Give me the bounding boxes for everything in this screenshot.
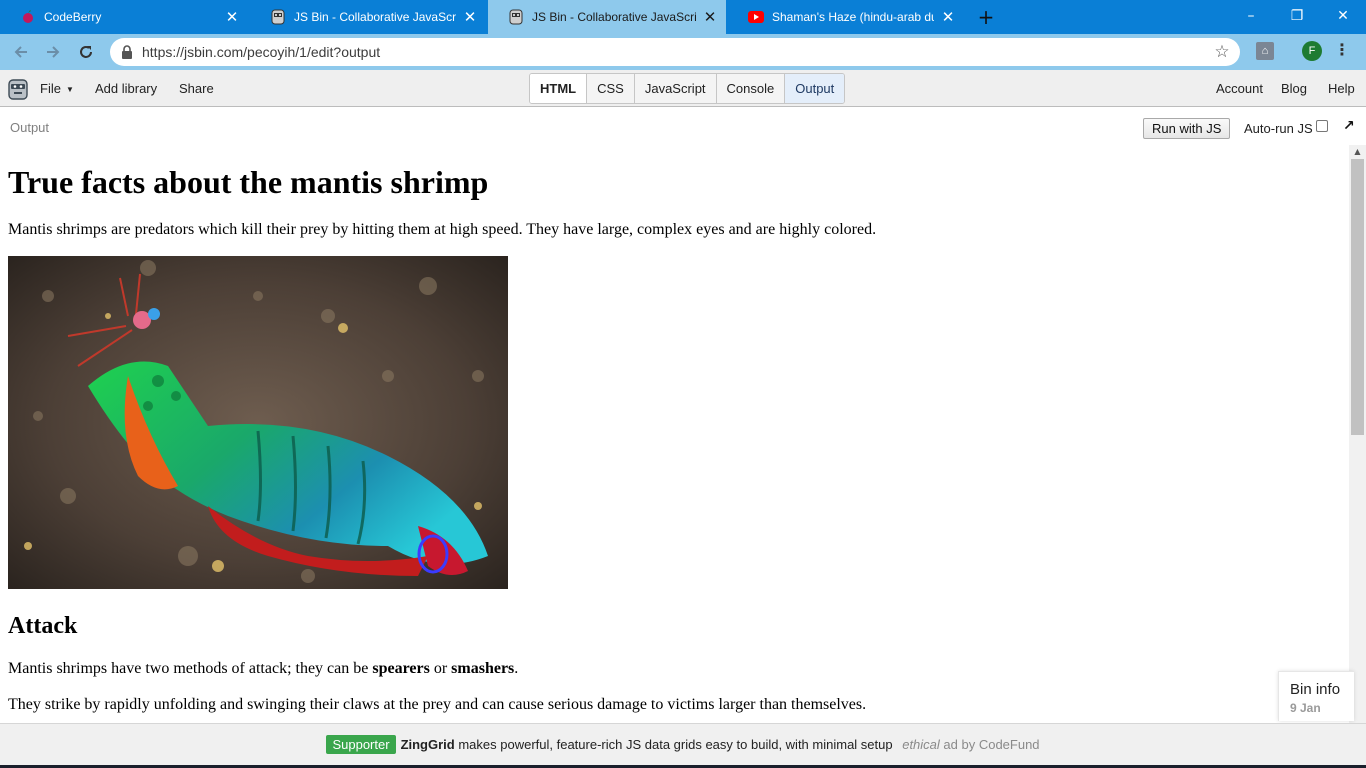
file-menu[interactable]: File ▼ <box>40 70 74 107</box>
tab-title: CodeBerry <box>44 10 102 24</box>
pdf-extension-icon[interactable]: ⌂ <box>1256 42 1274 60</box>
lock-icon <box>122 45 132 59</box>
file-menu-label: File <box>40 81 61 96</box>
output-scrollbar[interactable]: ▲ <box>1349 145 1366 723</box>
spearers-term: spearers <box>372 660 430 677</box>
browser-tab-jsbin-1[interactable]: JS Bin - Collaborative JavaScript Debugg… <box>250 0 486 34</box>
help-link[interactable]: Help <box>1328 70 1355 107</box>
new-tab-button[interactable]: + <box>974 5 998 29</box>
jsbin-control-bar: File ▼ Add library Share HTML CSS JavaScr… <box>0 70 1366 107</box>
run-with-js-button[interactable]: Run with JS <box>1143 118 1231 139</box>
browser-tab-strip: CodeBerry ✕ JS Bin - Collaborative JavaS… <box>0 0 1366 34</box>
attack-text-1: Mantis shrimps have two methods of attac… <box>8 660 373 677</box>
share-link[interactable]: Share <box>179 70 214 107</box>
bookmark-star-icon[interactable]: ☆ <box>1212 42 1232 62</box>
panel-tab-css[interactable]: CSS <box>587 74 635 103</box>
tab-title: JS Bin - Collaborative JavaScript Debugg… <box>532 10 696 24</box>
profile-avatar[interactable]: F <box>1302 41 1322 61</box>
bin-info-date: 9 Jan <box>1290 701 1321 715</box>
supporter-badge: Supporter <box>326 735 396 754</box>
tab-title: JS Bin - Collaborative JavaScript Debugg… <box>294 10 456 24</box>
panel-tab-output[interactable]: Output <box>785 74 845 103</box>
smashers-term: smashers <box>451 660 515 677</box>
browser-toolbar: https://jsbin.com/pecoyih/1/edit?output … <box>0 34 1366 70</box>
panel-tab-javascript[interactable]: JavaScript <box>635 74 717 103</box>
ad-text: makes powerful, feature-rich JS data gri… <box>454 737 897 752</box>
browser-tab-codeberry[interactable]: CodeBerry ✕ <box>0 0 248 34</box>
close-icon[interactable]: ✕ <box>224 9 240 25</box>
output-panel-header: Output Run with JS Auto-run JS ↗ <box>0 107 1366 145</box>
reload-icon <box>80 46 92 58</box>
attack-text-3: . <box>514 660 519 677</box>
back-arrow-icon <box>14 46 27 58</box>
forward-arrow-icon <box>47 46 60 58</box>
ad-ethical-label: ethical <box>902 737 940 752</box>
close-window-button[interactable]: ✕ <box>1320 0 1366 32</box>
chevron-down-icon: ▼ <box>65 85 74 94</box>
back-button[interactable] <box>9 40 33 64</box>
output-content: True facts about the mantis shrimp Manti… <box>0 145 1349 723</box>
mantis-shrimp-image <box>8 256 508 589</box>
auto-run-checkbox[interactable] <box>1316 120 1328 132</box>
account-link[interactable]: Account <box>1216 70 1263 107</box>
output-panel-label: Output <box>10 120 50 135</box>
bin-info-title: Bin info <box>1290 681 1341 698</box>
jsbin-logo-icon[interactable] <box>8 78 28 100</box>
browser-tab-jsbin-active[interactable]: JS Bin - Collaborative JavaScript Debugg… <box>488 0 726 34</box>
tab-title: Shaman's Haze (hindu-arab dub mix) <box>772 10 934 24</box>
forward-button[interactable] <box>41 40 65 64</box>
attack-paragraph-2: They strike by rapidly unfolding and swi… <box>8 696 867 713</box>
scroll-up-arrow-icon[interactable]: ▲ <box>1349 145 1366 159</box>
browser-tab-youtube[interactable]: Shaman's Haze (hindu-arab dub mix) ✕ <box>728 0 964 34</box>
attack-text-2: or <box>429 660 452 677</box>
page-title: True facts about the mantis shrimp <box>8 164 489 200</box>
jsbin-icon <box>270 9 286 25</box>
minimize-button[interactable]: – <box>1228 0 1274 32</box>
auto-run-label: Auto-run JS <box>1244 121 1313 136</box>
scrollbar-thumb[interactable] <box>1351 159 1364 435</box>
attack-heading: Attack <box>8 613 78 639</box>
attack-paragraph-1: Mantis shrimps have two methods of attac… <box>8 659 518 679</box>
panel-tab-console[interactable]: Console <box>717 74 786 103</box>
jsbin-icon <box>508 9 524 25</box>
intro-paragraph: Mantis shrimps are predators which kill … <box>8 221 877 238</box>
add-library-link[interactable]: Add library <box>95 70 157 107</box>
bin-info-panel[interactable]: Bin info 9 Jan <box>1278 671 1354 721</box>
url-text: https://jsbin.com/pecoyih/1/edit?output <box>142 44 381 60</box>
panel-tab-html[interactable]: HTML <box>530 74 588 103</box>
sponsor-ad-bar: Supporter ZingGrid makes powerful, featur… <box>0 723 1366 768</box>
close-icon[interactable]: ✕ <box>940 9 956 25</box>
panel-toggle-group: HTML CSS JavaScript Console Output <box>529 73 846 104</box>
close-icon[interactable]: ✕ <box>702 9 718 25</box>
restore-button[interactable]: ❐ <box>1274 0 1320 32</box>
ad-byline[interactable]: ad by CodeFund <box>940 737 1039 752</box>
ad-line[interactable]: Supporter ZingGrid makes powerful, featur… <box>0 735 1366 755</box>
ad-brand[interactable]: ZingGrid <box>401 737 455 752</box>
browser-menu-icon[interactable]: ⋮ <box>1334 41 1350 61</box>
address-bar[interactable]: https://jsbin.com/pecoyih/1/edit?output … <box>110 38 1240 66</box>
close-icon[interactable]: ✕ <box>462 9 478 25</box>
blog-link[interactable]: Blog <box>1281 70 1307 107</box>
youtube-icon <box>748 9 764 25</box>
popout-arrow-icon[interactable]: ↗ <box>1343 118 1359 134</box>
reload-button[interactable] <box>74 40 98 64</box>
codeberry-icon <box>20 9 36 25</box>
